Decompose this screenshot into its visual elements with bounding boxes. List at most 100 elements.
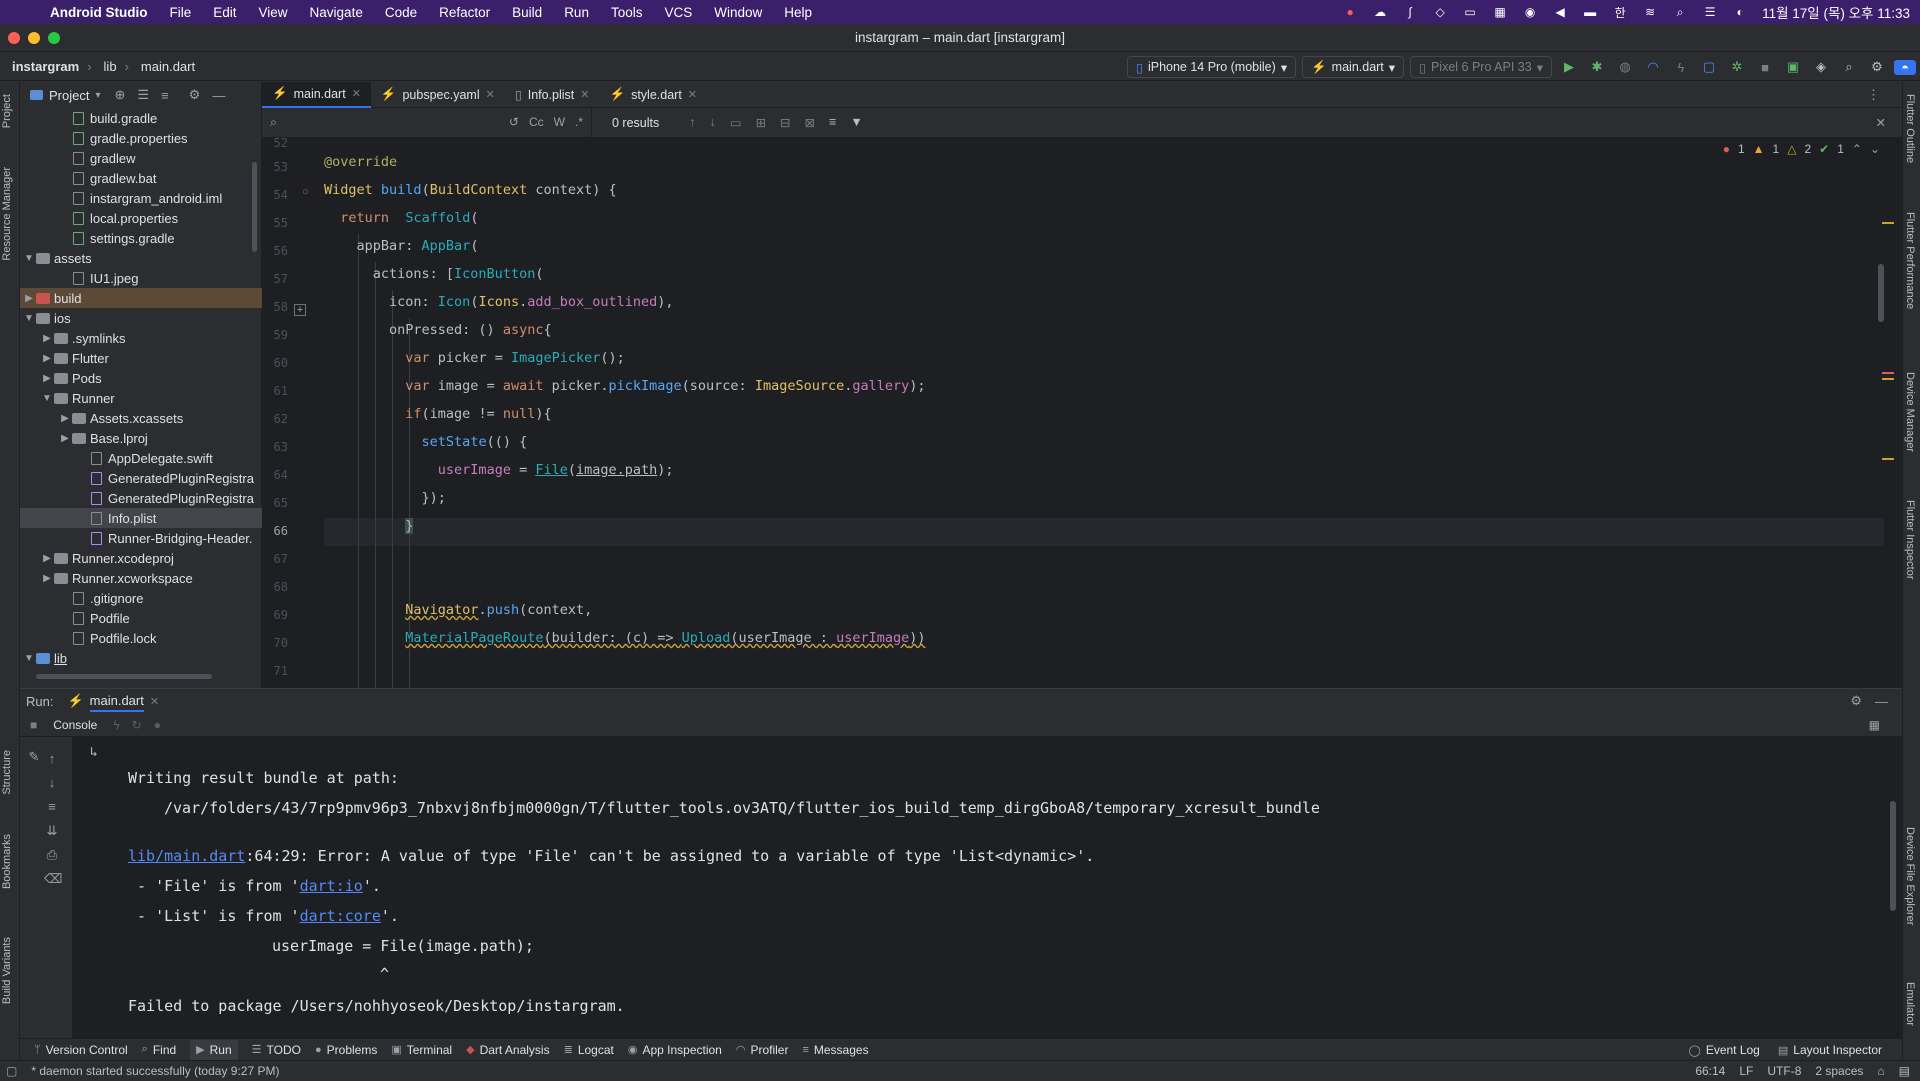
chevron-down-icon[interactable]: ▼ [22, 313, 36, 324]
error-stripe-marker[interactable] [1882, 378, 1894, 380]
file-encoding[interactable]: UTF-8 [1767, 1064, 1801, 1078]
tool-structure[interactable]: Structure [1, 750, 13, 795]
print-icon[interactable]: ⎙ [44, 847, 60, 863]
tree-item[interactable]: ▶ .symlinks [20, 328, 262, 348]
chevron-down-icon[interactable]: ▼ [22, 253, 36, 264]
tool-dart-analysis[interactable]: ◆ Dart Analysis [466, 1043, 550, 1057]
tab-info-plist[interactable]: ▯ Info.plist ✕ [505, 82, 600, 108]
close-icon[interactable]: ✕ [580, 88, 589, 101]
pin-icon[interactable]: ✎ [26, 749, 42, 765]
tool-terminal[interactable]: ▣ Terminal [391, 1043, 452, 1057]
breadcrumb-project[interactable]: instargram [12, 59, 79, 74]
menu-navigate[interactable]: Navigate [310, 5, 363, 20]
control-center-icon[interactable]: ☰ [1702, 5, 1718, 19]
tree-item[interactable]: IU1.jpeg [20, 268, 262, 288]
dart-core-link[interactable]: dart:core [300, 907, 381, 925]
project-view-label[interactable]: Project [49, 88, 89, 103]
menu-view[interactable]: View [259, 5, 288, 20]
tool-version-control[interactable]: ᛘ Version Control [34, 1043, 128, 1057]
status-message[interactable]: * daemon started successfully (today 9:2… [31, 1064, 279, 1078]
tree-item[interactable]: instargram_android.iml [20, 188, 262, 208]
tool-logcat[interactable]: ≣ Logcat [564, 1043, 614, 1057]
tree-item[interactable]: ▶ Flutter [20, 348, 262, 368]
cloud-icon[interactable]: ☁ [1372, 5, 1388, 19]
chevron-right-icon[interactable]: ▶ [58, 433, 72, 444]
notifications-icon[interactable]: ▤ [1899, 1064, 1910, 1078]
menu-build[interactable]: Build [512, 5, 542, 20]
close-icon[interactable]: ✕ [352, 87, 361, 100]
find-input[interactable]: ⌕ ↺ Cc W .* [262, 107, 592, 138]
collapse-all-icon[interactable]: ≡ [161, 88, 169, 103]
tool-project[interactable]: Project [1, 94, 13, 128]
regex-toggle[interactable]: .* [575, 115, 583, 129]
run-tab-main-dart[interactable]: main.dart [89, 690, 144, 712]
toggle-tool-windows-icon[interactable]: ▢ [6, 1064, 17, 1078]
screen-icon[interactable]: ▭ [1462, 5, 1478, 19]
error-stripe-marker[interactable] [1882, 458, 1894, 460]
inspection-widget[interactable]: ● 1 ▲ 1 △ 2 ✔ 1 ⌃ ⌄ [1723, 142, 1880, 156]
tree-item[interactable]: Podfile.lock [20, 628, 262, 648]
chevron-right-icon[interactable]: ▶ [40, 353, 54, 364]
tool-event-log[interactable]: ◯ Event Log [1689, 1043, 1760, 1057]
match-case-toggle[interactable]: Cc [529, 115, 544, 129]
tool-messages[interactable]: ≡ Messages [802, 1043, 868, 1057]
input-method-icon[interactable]: 한 [1612, 5, 1628, 20]
menu-file[interactable]: File [169, 5, 191, 20]
line-separator[interactable]: LF [1739, 1064, 1753, 1078]
close-icon[interactable]: ✕ [486, 88, 495, 101]
soft-wrap-icon[interactable]: ≡ [44, 799, 60, 814]
console-output[interactable]: ↳ Writing result bundle at path: /var/fo… [72, 737, 1882, 1061]
tree-item[interactable]: ▶ Assets.xcassets [20, 408, 262, 428]
tab-main-dart[interactable]: ⚡ main.dart ✕ [262, 81, 371, 108]
spotlight-search-icon[interactable]: ⌕ [1672, 5, 1688, 19]
tree-item[interactable]: local.properties [20, 208, 262, 228]
chevron-right-icon[interactable]: ▶ [22, 293, 36, 304]
tool-problems[interactable]: ● Problems [315, 1043, 377, 1057]
gear-icon[interactable]: ⚙ [1850, 693, 1862, 709]
tree-item[interactable]: ▼ Runner [20, 388, 262, 408]
tool-device-manager[interactable]: Device Manager [1904, 372, 1916, 452]
play-circle-icon[interactable]: ◉ [1522, 5, 1538, 19]
layout-icon[interactable]: ▦ [1869, 718, 1880, 732]
tab-pubspec-yaml[interactable]: ⚡ pubspec.yaml ✕ [371, 82, 505, 108]
indent-setting[interactable]: 2 spaces [1815, 1064, 1863, 1078]
tool-flutter-performance[interactable]: Flutter Performance [1904, 212, 1916, 309]
tool-flutter-inspector[interactable]: Flutter Inspector [1904, 500, 1916, 579]
chevron-down-icon[interactable]: ▾ [95, 90, 100, 101]
tool-build-variants[interactable]: Build Variants [1, 937, 13, 1004]
horizontal-scrollbar[interactable] [36, 674, 212, 679]
hide-icon[interactable]: — [1875, 694, 1888, 709]
fold-expand-icon[interactable]: + [294, 304, 306, 316]
trash-icon[interactable]: ⌫ [44, 871, 62, 887]
code-editor[interactable]: @override Widget build(BuildContext cont… [324, 138, 1884, 688]
tree-item[interactable]: Runner-Bridging-Header. [20, 528, 262, 548]
up-arrow-icon[interactable]: ↑ [44, 751, 60, 766]
menubar-clock[interactable]: 11월 17일 (목) 오후 11:33 [1762, 2, 1910, 22]
tree-item[interactable]: ▶ Pods [20, 368, 262, 388]
tool-run[interactable]: ▶ Run [190, 1039, 238, 1060]
vertical-scrollbar[interactable] [1890, 801, 1896, 911]
console-tab[interactable]: Console [53, 718, 97, 732]
emulator-selector[interactable]: ▯ Pixel 6 Pro API 33 ▾ [1410, 56, 1552, 78]
error-stripe-marker[interactable] [1882, 372, 1894, 374]
add-selection-icon[interactable]: ⊞ [756, 115, 766, 130]
chevron-right-icon[interactable]: ▶ [40, 373, 54, 384]
hot-restart-icon[interactable]: ↻ [132, 718, 142, 732]
tool-emulator[interactable]: Emulator [1904, 982, 1916, 1026]
menu-edit[interactable]: Edit [213, 5, 236, 20]
tool-todo[interactable]: ☰ TODO [252, 1043, 301, 1057]
chevron-down-icon[interactable]: ▼ [22, 653, 36, 664]
tool-app-inspection[interactable]: ◉ App Inspection [628, 1043, 722, 1057]
chevron-right-icon[interactable]: ▶ [40, 573, 54, 584]
tree-item[interactable]: gradle.properties [20, 128, 262, 148]
filter-icon[interactable]: ▼ [850, 115, 862, 130]
tree-item[interactable]: ▶ build [20, 288, 262, 308]
search-icon[interactable]: ⌕ [1838, 59, 1860, 75]
close-icon[interactable]: ✕ [1876, 115, 1886, 130]
close-icon[interactable]: ✕ [688, 88, 697, 101]
scroll-to-end-icon[interactable]: ⇊ [44, 823, 60, 839]
hot-reload-icon[interactable]: ϟ [1670, 60, 1692, 75]
grid-icon[interactable]: ▦ [1492, 5, 1508, 19]
device-selector[interactable]: ▯ iPhone 14 Pro (mobile) ▾ [1127, 56, 1297, 78]
hot-reload-icon[interactable]: ϟ [113, 718, 119, 732]
